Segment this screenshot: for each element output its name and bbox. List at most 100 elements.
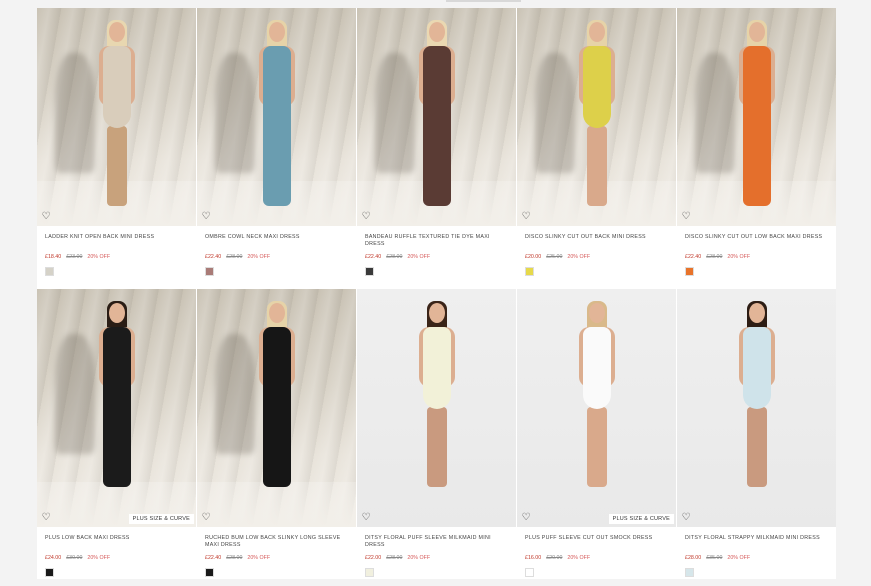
color-swatch[interactable]: [365, 267, 374, 276]
product-image[interactable]: ♡: [197, 8, 356, 226]
heart-icon[interactable]: ♡: [361, 212, 371, 222]
product-grid-row-2: ♡ PLUS SIZE & CURVE PLUS LOW BACK MAXI DRE…: [37, 289, 836, 579]
heart-icon[interactable]: ♡: [361, 513, 371, 523]
heart-icon[interactable]: ♡: [201, 212, 211, 222]
sale-price: £20.00: [525, 254, 542, 260]
product-name[interactable]: DITSY FLORAL PUFF SLEEVE MILKMAID MINI D…: [357, 527, 516, 555]
discount-label: 20% OFF: [407, 555, 431, 561]
original-price: £30.00: [66, 555, 83, 561]
product-image[interactable]: ♡: [517, 8, 676, 226]
product-name[interactable]: DITSY FLORAL STRAPPY MILKMAID MINI DRESS: [677, 527, 836, 555]
model-figure: [87, 18, 147, 218]
sale-price: £22.40: [205, 254, 222, 260]
heart-icon[interactable]: ♡: [521, 513, 531, 523]
price-row: £16.00 £20.00 20% OFF: [517, 555, 676, 561]
price-row: £22.40 £28.00 20% OFF: [197, 555, 356, 561]
color-swatch[interactable]: [45, 267, 54, 276]
price-row: £28.00 £35.00 20% OFF: [677, 555, 836, 561]
product-image[interactable]: ♡: [357, 289, 516, 527]
model-figure: [247, 299, 307, 499]
price-row: £20.00 £25.00 20% OFF: [517, 254, 676, 260]
discount-label: 20% OFF: [247, 555, 271, 561]
product-name[interactable]: DISCO SLINKY CUT OUT BACK MINI DRESS: [517, 226, 676, 254]
product-card[interactable]: ♡ OMBRE COWL NECK MAXI DRESS £22.40 £28.00 2…: [197, 8, 356, 289]
discount-label: 20% OFF: [87, 254, 111, 260]
discount-label: 20% OFF: [727, 555, 751, 561]
product-image[interactable]: ♡ PLUS SIZE & CURVE: [517, 289, 676, 527]
discount-label: 20% OFF: [247, 254, 271, 260]
product-card[interactable]: ♡ BANDEAU RUFFLE TEXTURED TIE DYE MAXI DR…: [357, 8, 516, 289]
original-price: £23.00: [66, 254, 83, 260]
color-swatch[interactable]: [525, 267, 534, 276]
original-price: £28.00: [706, 254, 723, 260]
plus-size-badge: PLUS SIZE & CURVE: [128, 514, 194, 524]
heart-icon[interactable]: ♡: [41, 513, 51, 523]
color-swatch[interactable]: [205, 568, 214, 577]
product-grid-row-1: ♡ LADDER KNIT OPEN BACK MINI DRESS £18.40 £…: [37, 8, 836, 289]
product-name[interactable]: OMBRE COWL NECK MAXI DRESS: [197, 226, 356, 254]
heart-icon[interactable]: ♡: [41, 212, 51, 222]
price-row: £22.40 £28.00 20% OFF: [677, 254, 836, 260]
color-swatch[interactable]: [205, 267, 214, 276]
price-row: £22.00 £28.00 20% OFF: [357, 555, 516, 561]
product-image[interactable]: ♡: [677, 289, 836, 527]
heart-icon[interactable]: ♡: [681, 513, 691, 523]
original-price: £28.00: [226, 555, 243, 561]
original-price: £28.00: [226, 254, 243, 260]
sale-price: £22.40: [685, 254, 702, 260]
discount-label: 20% OFF: [567, 254, 591, 260]
product-image[interactable]: ♡: [357, 8, 516, 226]
discount-label: 20% OFF: [567, 555, 591, 561]
model-figure: [567, 299, 627, 499]
color-swatch[interactable]: [45, 568, 54, 577]
product-name[interactable]: PLUS LOW BACK MAXI DRESS: [37, 527, 196, 555]
product-name[interactable]: DISCO SLINKY CUT OUT LOW BACK MAXI DRESS: [677, 226, 836, 254]
product-card[interactable]: ♡ DISCO SLINKY CUT OUT BACK MINI DRESS £20…: [517, 8, 676, 289]
product-card[interactable]: ♡ DITSY FLORAL PUFF SLEEVE MILKMAID MINI …: [357, 289, 516, 579]
original-price: £20.00: [546, 555, 563, 561]
product-card[interactable]: ♡ RUCHED BUM LOW BACK SLINKY LONG SLEEVE …: [197, 289, 356, 579]
sale-price: £24.00: [45, 555, 62, 561]
product-card[interactable]: ♡ PLUS SIZE & CURVE PLUS PUFF SLEEVE CUT O…: [517, 289, 676, 579]
product-card[interactable]: ♡ DITSY FLORAL STRAPPY MILKMAID MINI DRES…: [677, 289, 836, 579]
original-price: £35.00: [706, 555, 723, 561]
product-image[interactable]: ♡: [197, 289, 356, 527]
product-image[interactable]: ♡ PLUS SIZE & CURVE: [37, 289, 196, 527]
price-row: £22.40 £28.00 20% OFF: [197, 254, 356, 260]
color-swatch[interactable]: [525, 568, 534, 577]
product-image[interactable]: ♡: [677, 8, 836, 226]
model-figure: [87, 299, 147, 499]
product-card[interactable]: ♡ DISCO SLINKY CUT OUT LOW BACK MAXI DRES…: [677, 8, 836, 289]
heart-icon[interactable]: ♡: [681, 212, 691, 222]
plus-size-badge: PLUS SIZE & CURVE: [608, 514, 674, 524]
discount-label: 20% OFF: [87, 555, 111, 561]
product-card[interactable]: ♡ PLUS SIZE & CURVE PLUS LOW BACK MAXI DRE…: [37, 289, 196, 579]
price-row: £24.00 £30.00 20% OFF: [37, 555, 196, 561]
product-card[interactable]: ♡ LADDER KNIT OPEN BACK MINI DRESS £18.40 £…: [37, 8, 196, 289]
price-row: £22.40 £28.00 20% OFF: [357, 254, 516, 260]
sale-price: £22.40: [365, 254, 382, 260]
model-figure: [247, 18, 307, 218]
product-name[interactable]: LADDER KNIT OPEN BACK MINI DRESS: [37, 226, 196, 254]
color-swatch[interactable]: [685, 267, 694, 276]
color-swatch[interactable]: [685, 568, 694, 577]
model-figure: [567, 18, 627, 218]
model-figure: [727, 299, 787, 499]
product-image[interactable]: ♡: [37, 8, 196, 226]
product-name[interactable]: RUCHED BUM LOW BACK SLINKY LONG SLEEVE M…: [197, 527, 356, 555]
sale-price: £16.00: [525, 555, 542, 561]
heart-icon[interactable]: ♡: [201, 513, 211, 523]
model-figure: [407, 299, 467, 499]
sale-price: £28.00: [685, 555, 702, 561]
original-price: £28.00: [386, 254, 403, 260]
product-name[interactable]: BANDEAU RUFFLE TEXTURED TIE DYE MAXI DRE…: [357, 226, 516, 254]
product-name[interactable]: PLUS PUFF SLEEVE CUT OUT SMOCK DRESS: [517, 527, 676, 555]
sale-price: £22.00: [365, 555, 382, 561]
model-figure: [727, 18, 787, 218]
original-price: £25.00: [546, 254, 563, 260]
price-row: £18.40 £23.00 20% OFF: [37, 254, 196, 260]
discount-label: 20% OFF: [407, 254, 431, 260]
sale-price: £22.40: [205, 555, 222, 561]
heart-icon[interactable]: ♡: [521, 212, 531, 222]
color-swatch[interactable]: [365, 568, 374, 577]
